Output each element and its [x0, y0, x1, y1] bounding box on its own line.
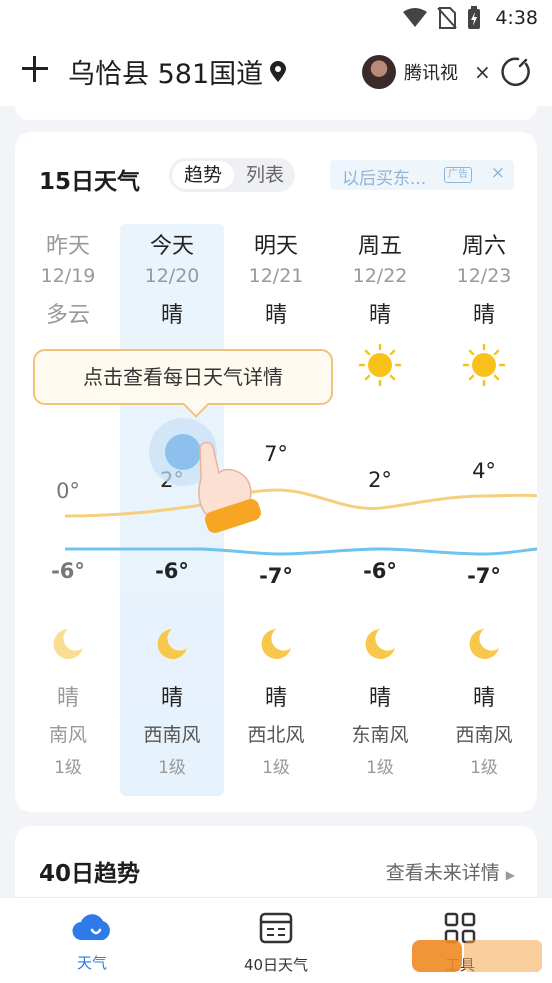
high-temp-line	[64, 488, 537, 518]
refresh-icon[interactable]	[498, 54, 532, 88]
ad-banner[interactable]: 以后买东... 广告 ×	[330, 160, 514, 190]
status-icons: 4:38	[403, 6, 538, 30]
day-column[interactable]: 周五 12/22 晴	[328, 228, 432, 329]
site-watermark-logo	[412, 940, 542, 972]
moon-icon	[157, 629, 187, 659]
header: 乌恰县 581国道 腾讯视 ×	[0, 38, 552, 106]
tab-list[interactable]: 列表	[237, 161, 293, 189]
ad-chip-label: 腾讯视	[404, 63, 458, 84]
wind-direction: 南风	[48, 724, 87, 746]
day-date: 12/19	[40, 265, 96, 287]
wind-level: 1级	[158, 758, 186, 778]
night-condition: 晴	[472, 686, 495, 711]
day-date: 12/22	[352, 265, 408, 287]
wind-direction: 西南风	[455, 724, 513, 746]
no-sim-icon	[437, 7, 458, 29]
wind-level: 1级	[262, 758, 290, 778]
day-column[interactable]: 今天 12/20 晴	[120, 228, 224, 329]
wind-direction: 西北风	[247, 724, 305, 746]
previous-card-edge	[15, 106, 537, 120]
tab-label: 40日天气	[243, 956, 309, 974]
night-column: 晴 西北风 1级	[224, 680, 328, 778]
night-condition: 晴	[368, 686, 391, 711]
day-condition: 晴	[368, 303, 391, 328]
view-toggle: 趋势 列表	[169, 158, 295, 192]
location-pin-icon	[270, 60, 287, 82]
day-name: 周六	[461, 234, 506, 259]
day-column[interactable]: 周六 12/23 晴	[432, 228, 536, 329]
night-column: 晴 西南风 1级	[120, 680, 224, 778]
night-condition: 晴	[264, 686, 287, 711]
tab-weather[interactable]: 天气	[22, 912, 162, 973]
tab-label: 天气	[76, 954, 107, 972]
temperature-curves	[64, 488, 537, 556]
view-future-label: 查看未来详情	[385, 862, 500, 884]
cloud-icon	[72, 914, 110, 941]
ad-close-button[interactable]: ×	[474, 60, 491, 84]
forecast-15-card: 15日天气 趋势 列表 以后买东... 广告 × 昨天 12/19 多云 今天 …	[15, 132, 537, 812]
day-date: 12/21	[248, 265, 304, 287]
ad-chip[interactable]: 腾讯视 ×	[362, 55, 491, 89]
sun-icon	[462, 343, 506, 387]
night-column: 晴 西南风 1级	[432, 680, 536, 778]
moon-icon	[53, 629, 83, 659]
tab-40day[interactable]: 40日天气	[206, 912, 346, 975]
day-name: 今天	[149, 234, 194, 259]
day-condition: 多云	[45, 303, 90, 328]
night-condition: 晴	[160, 686, 183, 711]
wind-level: 1级	[366, 758, 394, 778]
low-temp: -7°	[467, 564, 501, 588]
status-time: 4:38	[495, 7, 538, 29]
avatar	[362, 55, 396, 89]
low-temp: -6°	[51, 559, 85, 583]
wind-direction: 东南风	[351, 724, 409, 746]
tooltip: 点击查看每日天气详情	[33, 349, 333, 418]
city-selector[interactable]: 乌恰县 581国道	[68, 52, 287, 91]
day-name: 周五	[357, 234, 402, 259]
moon-icon	[469, 629, 499, 659]
night-column: 晴 东南风 1级	[328, 680, 432, 778]
tooltip-text: 点击查看每日天气详情	[83, 365, 283, 389]
low-temp: -7°	[259, 564, 293, 588]
ad-tag: 广告	[444, 167, 472, 183]
day-date: 12/23	[456, 265, 512, 287]
day-condition: 晴	[160, 303, 183, 328]
day-condition: 晴	[264, 303, 287, 328]
add-city-icon[interactable]	[20, 54, 50, 84]
status-bar: 4:38	[0, 0, 552, 38]
card-title: 15日天气	[39, 169, 141, 195]
wifi-icon	[403, 8, 428, 27]
city-name: 乌恰县 581国道	[68, 59, 264, 90]
battery-icon	[468, 6, 481, 29]
ad-banner-close-button[interactable]: ×	[491, 163, 505, 183]
low-temp: -6°	[155, 559, 189, 583]
low-temp: -6°	[363, 559, 397, 583]
tap-hint-icon	[149, 418, 261, 534]
wind-level: 1级	[54, 758, 82, 778]
day-column[interactable]: 明天 12/21 晴	[224, 228, 328, 329]
day-condition: 晴	[472, 303, 495, 328]
tab-trend[interactable]: 趋势	[172, 161, 234, 189]
wind-level: 1级	[470, 758, 498, 778]
day-date: 12/20	[144, 265, 200, 287]
sun-icon	[358, 343, 402, 387]
low-temp-line	[64, 547, 537, 556]
day-name: 明天	[253, 234, 298, 259]
moon-icon	[365, 629, 395, 659]
moon-icon	[261, 629, 291, 659]
chevron-right-icon: ▶	[505, 868, 515, 882]
view-future-link[interactable]: 查看未来详情 ▶	[386, 858, 515, 885]
day-column[interactable]: 昨天 12/19 多云	[16, 228, 120, 329]
ad-banner-text: 以后买东...	[342, 169, 427, 189]
day-name: 昨天	[45, 234, 90, 259]
wind-direction: 西南风	[143, 724, 201, 746]
calendar-icon	[259, 912, 293, 944]
night-column: 晴 南风 1级	[16, 680, 120, 778]
trend-40-title: 40日趋势	[39, 861, 141, 887]
night-condition: 晴	[56, 686, 79, 711]
